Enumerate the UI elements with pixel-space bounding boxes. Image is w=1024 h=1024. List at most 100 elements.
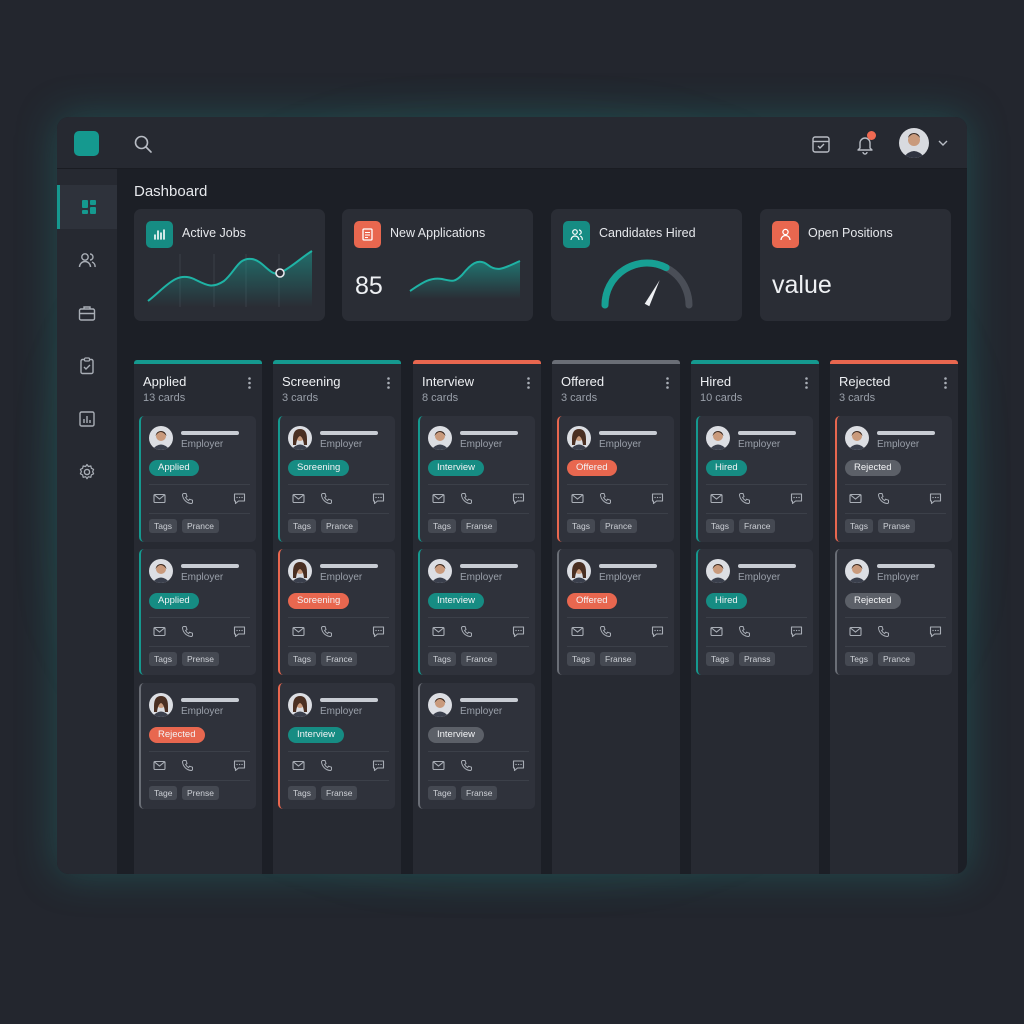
candidate-card[interactable]: Employer Applied Tags Prense <box>139 549 256 675</box>
chat-icon[interactable] <box>651 492 664 505</box>
chat-icon[interactable] <box>233 759 246 772</box>
more-vertical-icon[interactable] <box>387 377 390 389</box>
mail-icon[interactable] <box>849 625 862 638</box>
mail-icon[interactable] <box>292 625 305 638</box>
search-icon[interactable] <box>133 134 153 154</box>
phone-icon[interactable] <box>877 625 890 638</box>
chat-icon[interactable] <box>372 759 385 772</box>
card-tag[interactable]: Tegs <box>845 652 873 666</box>
candidate-card[interactable]: Employer Interview Tage Franse <box>418 683 535 809</box>
card-tag[interactable]: Tags <box>149 652 177 666</box>
phone-icon[interactable] <box>181 625 194 638</box>
candidate-card[interactable]: Employer Hired Tags France <box>696 416 813 542</box>
mail-icon[interactable] <box>292 759 305 772</box>
chat-icon[interactable] <box>929 625 942 638</box>
mail-icon[interactable] <box>153 759 166 772</box>
card-tag[interactable]: Franse <box>461 519 498 533</box>
chat-icon[interactable] <box>233 625 246 638</box>
phone-icon[interactable] <box>460 492 473 505</box>
mail-icon[interactable] <box>710 492 723 505</box>
phone-icon[interactable] <box>320 625 333 638</box>
mail-icon[interactable] <box>710 625 723 638</box>
card-tag[interactable]: Tags <box>149 519 177 533</box>
calendar-icon[interactable] <box>810 133 832 155</box>
card-tag[interactable]: Prance <box>321 519 358 533</box>
card-tag[interactable]: Tags <box>288 519 316 533</box>
app-logo[interactable] <box>74 131 99 156</box>
card-tag[interactable]: Pranss <box>739 652 776 666</box>
card-tag[interactable]: France <box>739 519 776 533</box>
card-tag[interactable]: Tage <box>428 786 457 800</box>
more-vertical-icon[interactable] <box>527 377 530 389</box>
card-tag[interactable]: Franse <box>321 786 358 800</box>
card-tag[interactable]: Tags <box>706 519 734 533</box>
candidate-card[interactable]: Employer Rejected Tags Pranse <box>835 416 952 542</box>
candidate-card[interactable]: Employer Hired Tags Pranss <box>696 549 813 675</box>
mail-icon[interactable] <box>849 492 862 505</box>
card-tag[interactable]: Tags <box>567 519 595 533</box>
sidebar-item-candidates[interactable] <box>57 238 117 282</box>
card-tag[interactable]: Prense <box>182 652 219 666</box>
mail-icon[interactable] <box>153 492 166 505</box>
mail-icon[interactable] <box>432 759 445 772</box>
mail-icon[interactable] <box>432 625 445 638</box>
chat-icon[interactable] <box>372 625 385 638</box>
phone-icon[interactable] <box>460 759 473 772</box>
card-tag[interactable]: Tags <box>288 652 316 666</box>
card-tag[interactable]: Franse <box>600 652 637 666</box>
mail-icon[interactable] <box>571 492 584 505</box>
phone-icon[interactable] <box>181 492 194 505</box>
stat-card-new-applications[interactable]: New Applications 85 <box>342 209 533 321</box>
card-tag[interactable]: Pranse <box>878 519 915 533</box>
sidebar-item-settings[interactable] <box>57 450 117 494</box>
card-tag[interactable]: Prance <box>600 519 637 533</box>
mail-icon[interactable] <box>432 492 445 505</box>
card-tag[interactable]: France <box>461 652 498 666</box>
candidate-card[interactable]: Employer Interview Tags Franse <box>418 416 535 542</box>
card-tag[interactable]: Tags <box>428 652 456 666</box>
stat-card-candidates-hired[interactable]: Candidates Hired <box>551 209 742 321</box>
more-vertical-icon[interactable] <box>944 377 947 389</box>
candidate-card[interactable]: Employer Interview Tags France <box>418 549 535 675</box>
card-tag[interactable]: Tags <box>845 519 873 533</box>
chat-icon[interactable] <box>372 492 385 505</box>
chat-icon[interactable] <box>929 492 942 505</box>
card-tag[interactable]: France <box>321 652 358 666</box>
candidate-card[interactable]: Employer Rejected Tage Prense <box>139 683 256 809</box>
card-tag[interactable]: Tags <box>288 786 316 800</box>
phone-icon[interactable] <box>599 625 612 638</box>
phone-icon[interactable] <box>460 625 473 638</box>
candidate-card[interactable]: Employer Offered Tags Franse <box>557 549 674 675</box>
chat-icon[interactable] <box>790 625 803 638</box>
stat-card-active-jobs[interactable]: Active Jobs <box>134 209 325 321</box>
chat-icon[interactable] <box>512 492 525 505</box>
more-vertical-icon[interactable] <box>805 377 808 389</box>
card-tag[interactable]: Tage <box>149 786 178 800</box>
chat-icon[interactable] <box>790 492 803 505</box>
chat-icon[interactable] <box>512 759 525 772</box>
candidate-card[interactable]: Employer Rejected Tegs Prance <box>835 549 952 675</box>
chat-icon[interactable] <box>233 492 246 505</box>
candidate-card[interactable]: Employer Offered Tags Prance <box>557 416 674 542</box>
sidebar-item-reports[interactable] <box>57 397 117 441</box>
phone-icon[interactable] <box>320 759 333 772</box>
sidebar-item-dashboard[interactable] <box>57 185 117 229</box>
card-tag[interactable]: Tags <box>706 652 734 666</box>
stat-card-open-positions[interactable]: Open Positions value <box>760 209 951 321</box>
phone-icon[interactable] <box>738 492 751 505</box>
card-tag[interactable]: Prense <box>182 786 219 800</box>
more-vertical-icon[interactable] <box>666 377 669 389</box>
candidate-card[interactable]: Employer Interview Tags Franse <box>278 683 395 809</box>
user-avatar[interactable] <box>899 128 929 158</box>
mail-icon[interactable] <box>571 625 584 638</box>
chevron-down-icon[interactable] <box>937 137 949 149</box>
card-tag[interactable]: Prance <box>878 652 915 666</box>
chat-icon[interactable] <box>512 625 525 638</box>
mail-icon[interactable] <box>153 625 166 638</box>
card-tag[interactable]: Tags <box>567 652 595 666</box>
more-vertical-icon[interactable] <box>248 377 251 389</box>
phone-icon[interactable] <box>877 492 890 505</box>
chat-icon[interactable] <box>651 625 664 638</box>
candidate-card[interactable]: Employer Soreening Tags Prance <box>278 416 395 542</box>
card-tag[interactable]: Franse <box>461 786 498 800</box>
